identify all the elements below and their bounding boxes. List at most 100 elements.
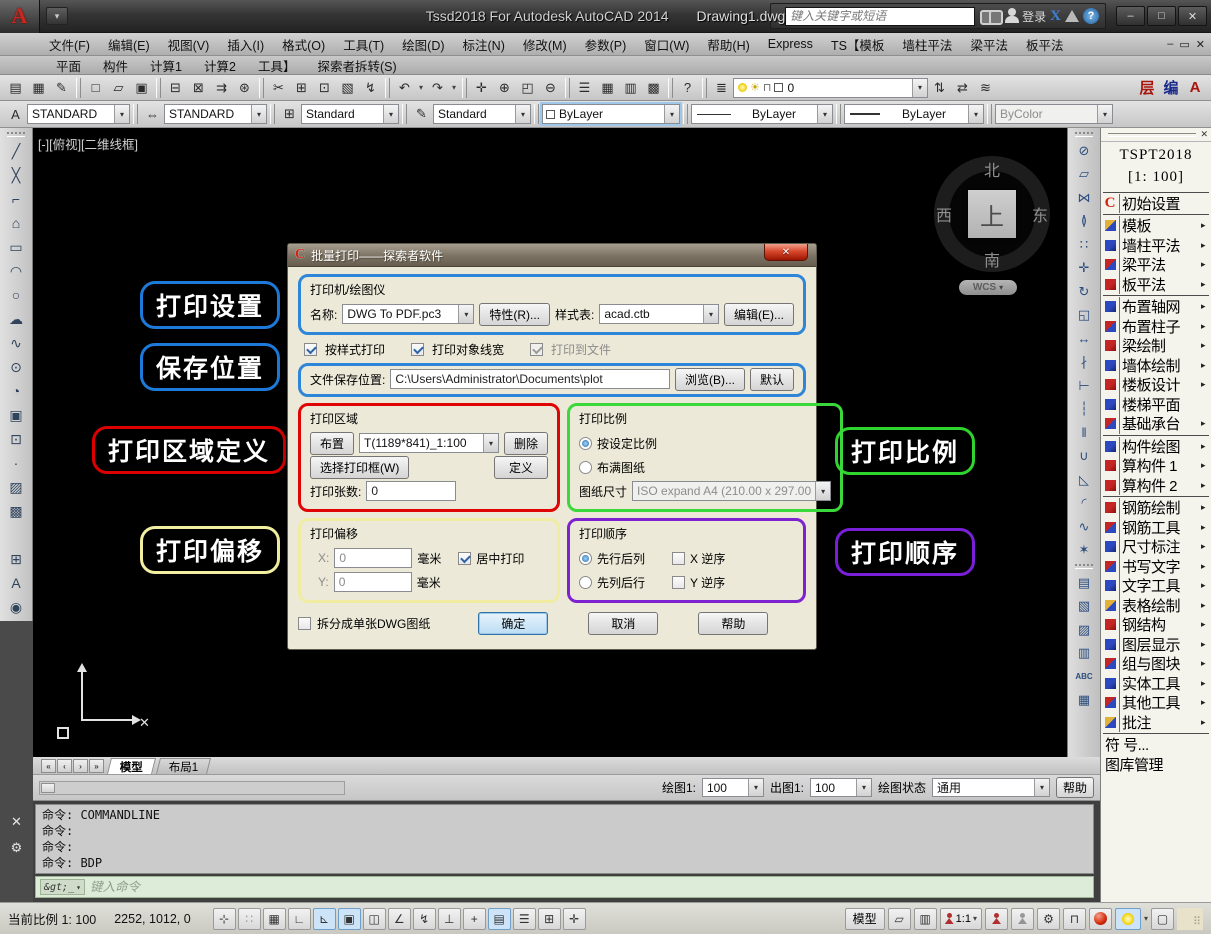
construction-line-icon[interactable]: ╳ [4, 163, 28, 187]
style-table-select[interactable]: acad.ctb▾ [599, 304, 719, 324]
selection-cycling-toggle[interactable]: ✛ [563, 908, 586, 930]
mleader-style-icon[interactable]: ✎ [410, 103, 433, 125]
quick-view-drawings-icon[interactable]: ▥ [914, 908, 937, 930]
printer-name-select[interactable]: DWG To PDF.pc3▾ [342, 304, 474, 324]
menu-plane[interactable]: 平面 [45, 55, 92, 76]
open-file-icon[interactable]: ▱ [107, 77, 130, 99]
menu-calc1[interactable]: 计算1 [139, 55, 193, 76]
mirror-icon[interactable]: ⋈ [1072, 186, 1096, 210]
menu-explorer-convert[interactable]: 探索者拆转(S) [306, 55, 407, 76]
toolbar-help-icon[interactable]: ? [676, 77, 699, 99]
y-reverse-checkbox[interactable] [672, 576, 685, 589]
3d-object-snap-toggle[interactable]: ◫ [363, 908, 386, 930]
table-style-select[interactable]: Standard▾ [301, 104, 399, 124]
object-snap-toggle[interactable]: ▣ [338, 908, 361, 930]
dialog-help-button[interactable]: 帮助 [698, 612, 768, 635]
dim-style-select[interactable]: STANDARD▾ [164, 104, 267, 124]
zoom-window-icon[interactable]: ◰ [516, 77, 539, 99]
circle-icon[interactable]: ○ [4, 283, 28, 307]
ellipse-icon[interactable]: ⊙ [4, 355, 28, 379]
isolate-objects-button[interactable] [1115, 908, 1141, 930]
send-under-icon[interactable]: ▥ [1072, 642, 1096, 666]
palette-item-text-tools[interactable]: 文字工具▸ [1101, 576, 1211, 596]
command-history[interactable]: 命令: COMMANDLINE 命令: 命令: 命令: BDP [35, 804, 1094, 874]
lineweight-display-toggle[interactable]: ▤ [488, 908, 511, 930]
lock-ui-icon[interactable]: ⊓ [1063, 908, 1086, 930]
tool-palettes-icon[interactable]: ▥ [619, 77, 642, 99]
annotation-scale-select[interactable]: 1:1 ▾ [940, 908, 982, 930]
split-dwg-checkbox[interactable] [298, 617, 311, 630]
palette-close-icon[interactable]: ✕ [1200, 129, 1208, 140]
undo-icon[interactable]: ↶ [393, 77, 416, 99]
tab-model[interactable]: 模型 [107, 758, 156, 774]
menu-edit[interactable]: 编辑(E) [99, 33, 159, 56]
select-print-frame-button[interactable]: 选择打印框(W) [310, 456, 409, 479]
point-icon[interactable]: · [4, 451, 28, 475]
palette-item-beam-method[interactable]: 梁平法▸ [1101, 255, 1211, 275]
wcs-selector[interactable]: WCS▾ [959, 280, 1017, 295]
stretch-icon[interactable]: ↔ [1072, 327, 1096, 351]
make-block-icon[interactable]: ⊡ [4, 427, 28, 451]
draw-scale-select[interactable]: 100▾ [702, 778, 764, 797]
scale-icon[interactable]: ◱ [1072, 304, 1096, 328]
line-icon[interactable]: ╱ [4, 139, 28, 163]
compass-east[interactable]: 东 [1032, 202, 1048, 226]
sign-in-button[interactable]: 登录 [1005, 8, 1046, 25]
fillet-icon[interactable]: ◜ [1072, 492, 1096, 516]
infer-constraints-toggle[interactable]: ⊹ [213, 908, 236, 930]
chamfer-icon[interactable]: ◺ [1072, 468, 1096, 492]
snap-mode-toggle[interactable]: ∷ [238, 908, 261, 930]
break-icon[interactable]: ‖ [1072, 421, 1096, 445]
quick-view-layouts-icon[interactable]: ▱ [888, 908, 911, 930]
sync-properties-icon[interactable]: ↯ [359, 77, 382, 99]
ortho-mode-toggle[interactable]: ∟ [288, 908, 311, 930]
close-commandline-icon[interactable]: ✕ [11, 814, 22, 830]
palette-item-group-block[interactable]: 组与图块▸ [1101, 654, 1211, 674]
layer-lock-icon[interactable]: ⊓ [763, 81, 772, 94]
copy-object-icon[interactable]: ▱ [1072, 163, 1096, 187]
menu-format[interactable]: 格式(O) [273, 33, 334, 56]
dynamic-input-toggle[interactable]: + [463, 908, 486, 930]
quick-calc-icon[interactable]: ▩ [642, 77, 665, 99]
ts-annotate-button[interactable]: A [1183, 77, 1207, 99]
drawing-canvas[interactable]: [-][俯视][二维线框] 北 南 西 东 上 WCS▾ 打印设置 保存位置 打… [33, 128, 1067, 757]
help-icon[interactable]: ? [1083, 8, 1099, 24]
color-select[interactable]: ByLayer▾ [542, 104, 680, 124]
draw-state-select[interactable]: 通用▾ [932, 778, 1050, 797]
export-dwf-icon[interactable]: ⊛ [233, 77, 256, 99]
save-path-input[interactable] [390, 369, 670, 389]
linetype-select[interactable]: ByLayer▾ [691, 104, 833, 124]
menu-calc2[interactable]: 计算2 [193, 55, 247, 76]
palette-item-table-draw[interactable]: 表格绘制▸ [1101, 596, 1211, 616]
undo-dropdown-icon[interactable]: ▾ [416, 77, 426, 99]
quick-properties-toggle[interactable]: ⊞ [538, 908, 561, 930]
layer-previous-icon[interactable]: ⇅ [928, 77, 951, 99]
polyline-icon[interactable]: ⌐ [4, 187, 28, 211]
printer-properties-button[interactable]: 特性(R)... [479, 303, 550, 326]
save-file-icon[interactable]: ▣ [130, 77, 153, 99]
point-style-icon[interactable]: ◉ [4, 595, 28, 619]
status-menu-arrow[interactable]: ▾ [1144, 914, 1148, 923]
text-style-icon[interactable]: A [4, 103, 27, 125]
extend-icon[interactable]: ⊢ [1072, 374, 1096, 398]
menu-wall-column[interactable]: 墙柱平法 [893, 33, 961, 56]
infocenter-collapse-icon[interactable]: ▸ [777, 11, 782, 22]
toolbar-grip[interactable] [7, 132, 25, 137]
plot-by-style-checkbox[interactable] [304, 343, 317, 356]
close-button[interactable]: ✕ [1178, 6, 1207, 26]
grid-display-toggle[interactable]: ▦ [263, 908, 286, 930]
palette-item-wall-column-method[interactable]: 墙柱平法▸ [1101, 236, 1211, 256]
palette-item-other-tools[interactable]: 其他工具▸ [1101, 693, 1211, 713]
center-print-checkbox[interactable] [458, 552, 471, 565]
properties-palette-icon[interactable]: ☰ [573, 77, 596, 99]
tssd-pdf-export-icon[interactable]: ▤ [4, 77, 27, 99]
hatch-to-back-icon[interactable]: ▦ [1072, 689, 1096, 713]
palette-item-slab-method[interactable]: 板平法▸ [1101, 275, 1211, 295]
compass-south[interactable]: 南 [984, 247, 1000, 271]
layer-state-icon[interactable]: ⇄ [951, 77, 974, 99]
send-to-back-icon[interactable]: ▧ [1072, 595, 1096, 619]
compass-west[interactable]: 西 [936, 202, 952, 226]
customize-commandline-icon[interactable]: ⚙ [11, 840, 23, 856]
mleader-style-select[interactable]: Standard▾ [433, 104, 531, 124]
ts-layer-button[interactable]: 层 [1135, 77, 1159, 99]
